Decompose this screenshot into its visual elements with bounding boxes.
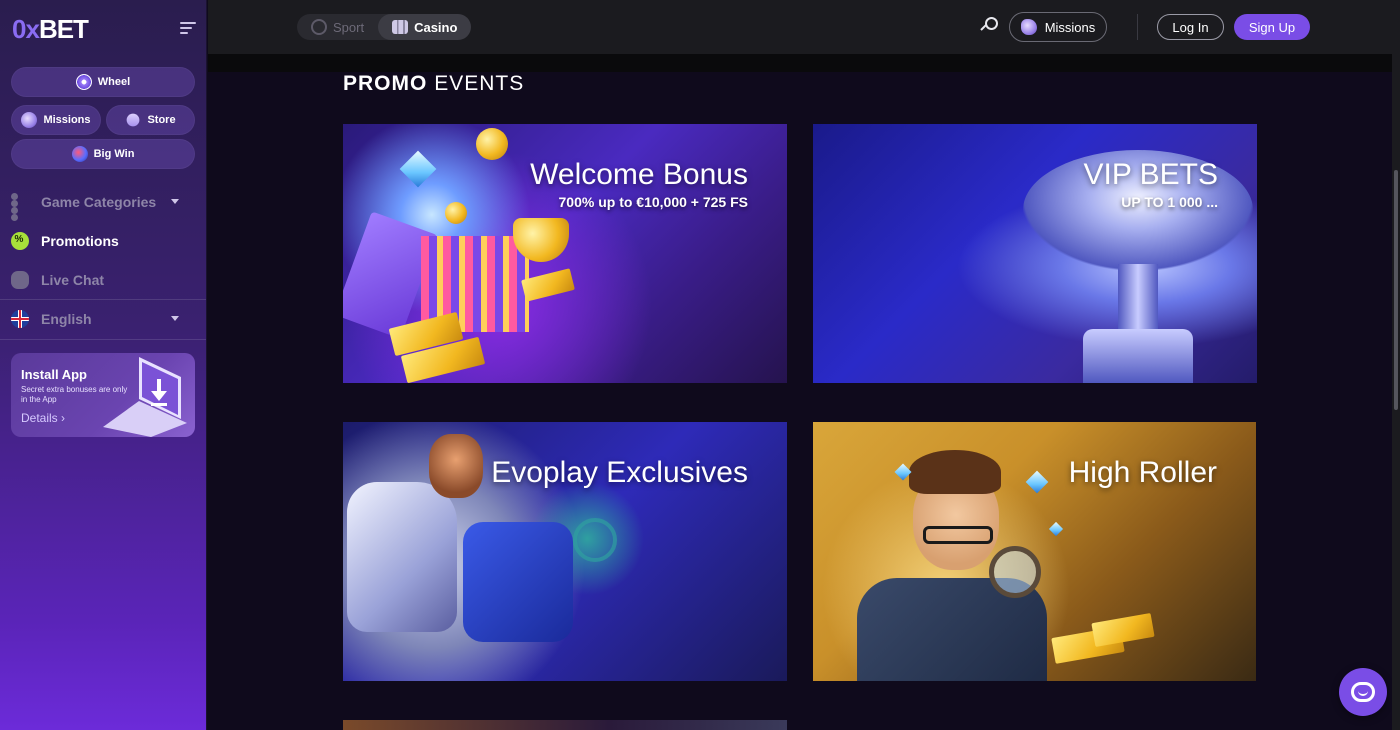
coin-icon: [445, 202, 467, 224]
promotions-icon: [11, 232, 29, 250]
chevron-right-icon: ›: [61, 411, 66, 425]
divider: [0, 299, 206, 300]
page-title: PROMO EVENTS: [343, 72, 524, 96]
promo-card-title: Evoplay Exclusives: [491, 456, 748, 489]
laptop-download-icon: [103, 357, 187, 437]
promo-card-evoplay-exclusives[interactable]: Evoplay Exclusives: [343, 422, 787, 681]
promo-card-subtitle: 700% up to €10,000 + 725 FS: [558, 194, 749, 210]
scrollbar-thumb[interactable]: [1394, 170, 1398, 410]
chevron-down-icon: [171, 316, 179, 321]
nav-promotions-label: Promotions: [41, 233, 119, 249]
big-win-button[interactable]: Big Win: [11, 139, 195, 169]
promo-card-title: High Roller: [1068, 456, 1217, 489]
header-missions-button[interactable]: Missions: [1009, 12, 1107, 42]
divider: [0, 339, 206, 340]
promo-card-subtitle: UP TO 1 000 ...: [1121, 194, 1218, 210]
missions-icon: [1020, 19, 1037, 35]
tab-casino-label: Casino: [414, 19, 458, 35]
login-label: Log In: [1172, 19, 1209, 35]
chevron-down-icon: [171, 199, 179, 204]
login-button[interactable]: Log In: [1157, 14, 1224, 40]
soccer-ball-icon: [311, 19, 327, 35]
gold-bar-icon: [1091, 612, 1155, 648]
live-chat-button[interactable]: [1339, 668, 1387, 716]
character-head: [429, 434, 483, 498]
trophy-stem: [1118, 264, 1158, 334]
search-icon[interactable]: [980, 17, 999, 35]
menu-icon[interactable]: [180, 22, 196, 36]
sidebar: 0 x BET Wheel Missions Store Big Win Game …: [0, 0, 207, 730]
trophy-base: [1083, 329, 1193, 383]
tab-sport[interactable]: Sport: [297, 14, 378, 40]
install-app-banner[interactable]: Install App Secret extra bonuses are onl…: [11, 353, 195, 437]
gem-icon: [1025, 470, 1049, 494]
details-label: Details: [21, 411, 58, 425]
robot-body: [463, 522, 573, 642]
magnifying-glass-icon: [989, 546, 1041, 598]
sport-casino-toggle[interactable]: Sport Casino: [297, 14, 472, 40]
signup-label: Sign Up: [1248, 19, 1296, 35]
live-chat-icon: [11, 271, 29, 289]
uk-flag-icon: [11, 310, 29, 328]
wheel-button[interactable]: Wheel: [11, 67, 195, 97]
missions-button[interactable]: Missions: [11, 105, 101, 135]
promo-card-vip-bets[interactable]: VIP BETS UP TO 1 000 ...: [813, 124, 1257, 383]
promo-card-high-roller[interactable]: High Roller: [813, 422, 1256, 681]
missions-icon: [21, 112, 38, 128]
big-win-icon: [71, 146, 88, 162]
nav-game-categories-label: Game Categories: [41, 194, 157, 210]
robot-armor: [347, 482, 457, 632]
logo-zero: 0: [12, 13, 27, 44]
store-label: Store: [147, 114, 176, 126]
portal-ring: [573, 518, 617, 562]
language-label: English: [41, 311, 92, 327]
tab-sport-label: Sport: [333, 19, 365, 35]
chat-bubble-icon: [1351, 682, 1375, 702]
promo-card-partial[interactable]: [343, 720, 787, 730]
nav-promotions[interactable]: Promotions: [11, 229, 119, 253]
install-app-title: Install App: [21, 367, 87, 382]
header-divider: [1137, 14, 1138, 40]
gem-icon: [399, 150, 437, 188]
logo-x: x: [25, 13, 40, 44]
scrollbar[interactable]: [1392, 0, 1400, 730]
coin-icon: [476, 128, 508, 160]
promo-card-title: Welcome Bonus: [530, 158, 748, 191]
nav-live-chat[interactable]: Live Chat: [11, 268, 104, 292]
language-selector[interactable]: English: [11, 307, 195, 331]
nav-live-chat-label: Live Chat: [41, 272, 105, 288]
wheel-icon: [75, 74, 92, 90]
logo-bet: BET: [38, 13, 89, 44]
page-title-light: EVENTS: [434, 72, 525, 95]
game-categories-icon: [11, 193, 29, 221]
page-title-bold: PROMO: [343, 72, 428, 95]
header-missions-label: Missions: [1044, 19, 1096, 35]
big-win-label: Big Win: [93, 148, 135, 160]
character-hair: [909, 450, 1001, 494]
wheel-label: Wheel: [97, 76, 131, 88]
glasses-icon: [923, 526, 993, 544]
missions-label: Missions: [43, 114, 91, 126]
slot-machine-icon: [392, 20, 409, 34]
header-strip: [208, 54, 1392, 72]
logo[interactable]: 0 x BET: [12, 13, 89, 44]
gold-bar-icon: [521, 268, 575, 302]
promo-card-title: VIP BETS: [1083, 158, 1218, 191]
nav-game-categories[interactable]: Game Categories: [11, 190, 195, 221]
install-app-details-link[interactable]: Details ›: [21, 411, 65, 425]
store-button[interactable]: Store: [106, 105, 195, 135]
signup-button[interactable]: Sign Up: [1234, 14, 1310, 40]
tab-casino[interactable]: Casino: [378, 14, 472, 40]
promo-card-welcome-bonus[interactable]: Welcome Bonus 700% up to €10,000 + 725 F…: [343, 124, 787, 383]
store-icon: [124, 110, 143, 130]
gem-icon: [1048, 521, 1064, 537]
